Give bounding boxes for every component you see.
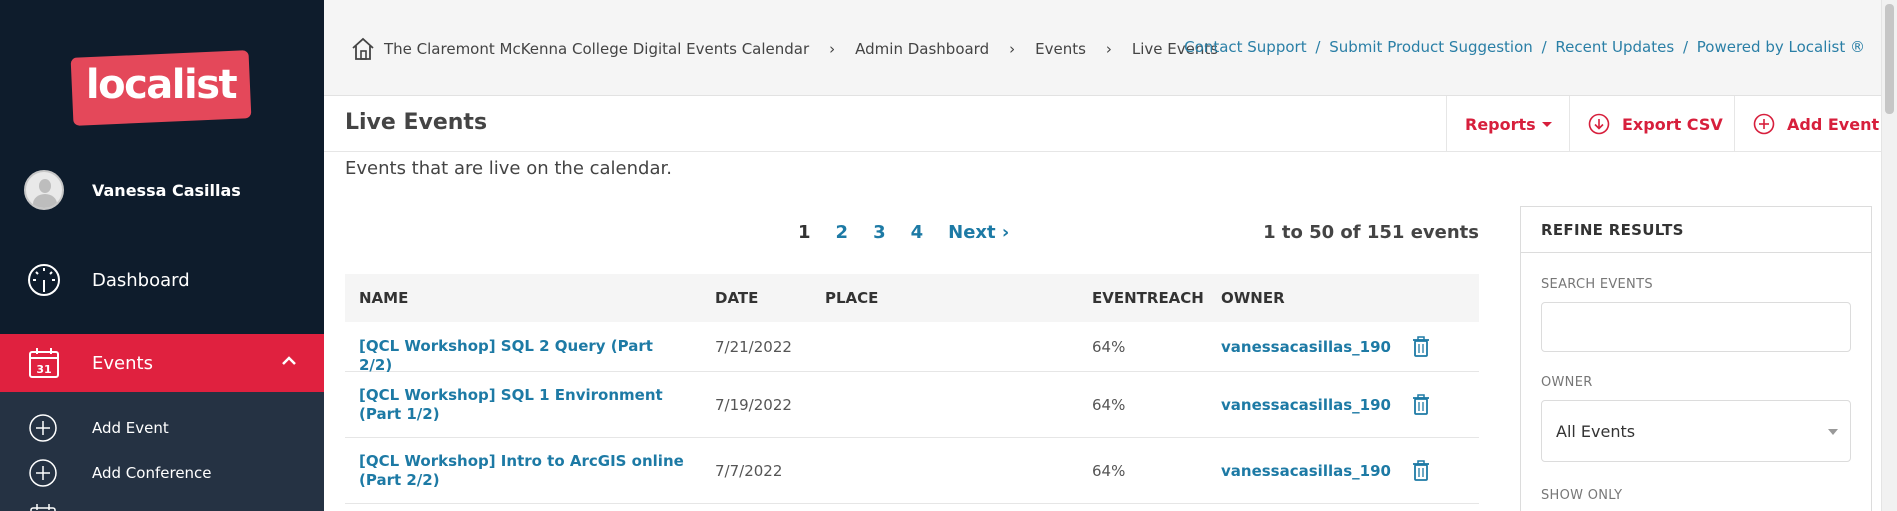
event-name-link[interactable]: [QCL Workshop] SQL 2 Query (Part 2/2) [359, 337, 689, 375]
column-header-place[interactable]: PLACE [825, 289, 878, 307]
show-only-label: SHOW ONLY [1541, 488, 1623, 503]
recent-updates-link[interactable]: Recent Updates [1555, 38, 1674, 56]
event-owner-link[interactable]: vanessacasillas_190 [1221, 338, 1391, 356]
sidebar-item-label: Dashboard [92, 269, 190, 291]
page-2[interactable]: 2 [836, 222, 849, 243]
event-reach: 64% [1092, 396, 1126, 414]
svg-text:31: 31 [36, 363, 51, 376]
results-count: 1 to 50 of 151 events [1263, 222, 1479, 243]
sidebar: localist Vanessa Casillas Dashboard 31 E… [0, 0, 324, 511]
plus-circle-icon [1753, 113, 1775, 135]
breadcrumb-admin-dashboard[interactable]: Admin Dashboard [855, 40, 989, 58]
chevron-down-icon [1828, 429, 1838, 435]
reports-label: Reports [1465, 114, 1536, 134]
table-header: NAME DATE PLACE EVENTREACH OWNER [345, 274, 1479, 322]
events-subnav: Add Event Add Conference [0, 392, 324, 511]
event-owner-link[interactable]: vanessacasillas_190 [1221, 462, 1391, 480]
page-description: Events that are live on the calendar. [345, 158, 672, 179]
chevron-up-icon[interactable] [280, 352, 298, 370]
search-events-label: SEARCH EVENTS [1541, 277, 1653, 292]
event-date: 7/19/2022 [715, 396, 792, 414]
sidebar-item-add-event[interactable]: Add Event [0, 408, 324, 448]
breadcrumb-events[interactable]: Events [1035, 40, 1086, 58]
owner-selected-value: All Events [1556, 422, 1636, 441]
pagination: 1 2 3 4 Next › [798, 222, 1034, 243]
column-header-eventreach[interactable]: EVENTREACH [1092, 289, 1204, 307]
column-header-date[interactable]: DATE [715, 289, 758, 307]
export-csv-button[interactable]: Export CSV [1569, 96, 1734, 152]
top-links: Contact Support / Submit Product Suggest… [1184, 38, 1865, 56]
scrollbar-thumb[interactable] [1885, 4, 1894, 114]
table-row: [QCL Workshop] SQL 2 Query (Part 2/2) 7/… [345, 322, 1479, 375]
sidebar-item-label: Add Event [92, 419, 169, 437]
logo-text: localist [85, 62, 238, 108]
breadcrumb-separator: › [829, 40, 836, 58]
next-page-link[interactable]: Next › [948, 222, 1009, 243]
avatar [24, 170, 64, 210]
event-date: 7/21/2022 [715, 338, 792, 356]
link-separator: / [1315, 38, 1321, 56]
sidebar-item-add-conference[interactable]: Add Conference [0, 453, 324, 493]
user-name: Vanessa Casillas [92, 180, 241, 200]
breadcrumb-separator: › [1105, 40, 1112, 58]
add-event-label: Add Event [1787, 114, 1880, 134]
owner-label: OWNER [1541, 375, 1593, 390]
page-header: Live Events Reports Export CSV Add Event [324, 96, 1897, 152]
home-icon[interactable] [350, 36, 376, 62]
breadcrumb-separator: › [1009, 40, 1016, 58]
page-1[interactable]: 1 [798, 222, 811, 243]
export-csv-label: Export CSV [1622, 114, 1723, 134]
event-owner-link[interactable]: vanessacasillas_190 [1221, 396, 1391, 414]
event-name-link[interactable]: [QCL Workshop] Intro to ArcGIS online (P… [359, 452, 689, 490]
page-4[interactable]: 4 [911, 222, 924, 243]
trash-icon[interactable] [1411, 336, 1431, 358]
plus-circle-icon [29, 414, 57, 442]
event-reach: 64% [1092, 462, 1126, 480]
plus-circle-icon [29, 459, 57, 487]
reports-dropdown-button[interactable]: Reports [1446, 96, 1569, 152]
link-separator: / [1682, 38, 1688, 56]
column-header-owner[interactable]: OWNER [1221, 289, 1285, 307]
user-profile[interactable]: Vanessa Casillas [24, 170, 241, 210]
trash-icon[interactable] [1411, 460, 1431, 482]
page-title: Live Events [345, 110, 488, 135]
top-bar: The Claremont McKenna College Digital Ev… [324, 0, 1897, 96]
column-header-name[interactable]: NAME [359, 289, 408, 307]
refine-results-panel: REFINE RESULTS SEARCH EVENTS OWNER All E… [1520, 206, 1872, 511]
calendar-icon: 31 [29, 348, 59, 378]
trash-icon[interactable] [1411, 394, 1431, 416]
powered-by-link[interactable]: Powered by Localist ® [1697, 38, 1865, 56]
event-date: 7/7/2022 [715, 462, 783, 480]
table-row: [QCL Workshop] SQL 1 Environment (Part 1… [345, 372, 1479, 438]
caret-down-icon [1541, 121, 1552, 127]
refine-results-title: REFINE RESULTS [1521, 207, 1871, 253]
search-events-input[interactable] [1541, 302, 1851, 352]
table-row: [QCL Workshop] Intro to ArcGIS online (P… [345, 438, 1479, 504]
breadcrumb-calendar[interactable]: The Claremont McKenna College Digital Ev… [384, 40, 809, 58]
page-3[interactable]: 3 [873, 222, 886, 243]
event-name-link[interactable]: [QCL Workshop] SQL 1 Environment (Part 1… [359, 386, 689, 424]
localist-logo[interactable]: localist [70, 50, 252, 126]
sidebar-item-label: Events [92, 352, 153, 374]
gauge-icon [28, 264, 60, 296]
link-separator: / [1541, 38, 1547, 56]
product-suggestion-link[interactable]: Submit Product Suggestion [1329, 38, 1533, 56]
page-scrollbar[interactable] [1881, 0, 1897, 511]
event-reach: 64% [1092, 338, 1126, 356]
events-table: NAME DATE PLACE EVENTREACH OWNER [QCL Wo… [345, 274, 1479, 504]
contact-support-link[interactable]: Contact Support [1184, 38, 1306, 56]
calendar-icon [30, 504, 56, 511]
sidebar-item-dashboard[interactable]: Dashboard [0, 252, 324, 308]
breadcrumb: The Claremont McKenna College Digital Ev… [350, 36, 1218, 62]
owner-select[interactable]: All Events [1541, 400, 1851, 462]
sidebar-item-label: Add Conference [92, 464, 212, 482]
download-circle-icon [1588, 113, 1610, 135]
add-event-button[interactable]: Add Event [1734, 96, 1897, 152]
sidebar-item-events[interactable]: 31 Events [0, 334, 324, 392]
